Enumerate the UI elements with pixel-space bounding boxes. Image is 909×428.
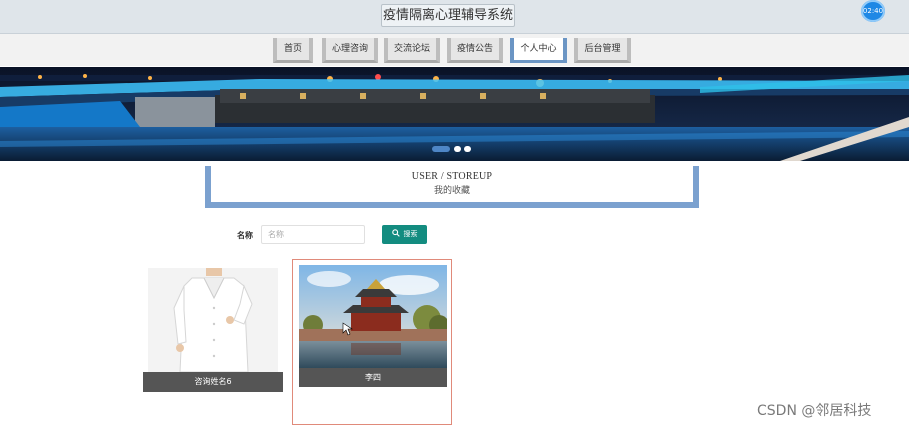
watermark: CSDN @邻居科技: [757, 403, 872, 419]
site-title: 疫情隔离心理辅导系统: [381, 4, 515, 27]
search-button[interactable]: 搜索: [382, 225, 427, 244]
clock-badge[interactable]: 02:40: [861, 0, 885, 22]
favorite-image-doctor: [148, 268, 278, 372]
search-input[interactable]: [261, 225, 365, 244]
nav-item-announcements[interactable]: 疫情公告: [447, 38, 503, 63]
nav-item-admin[interactable]: 后台管理: [574, 38, 631, 63]
nav-item-profile[interactable]: 个人中心: [510, 38, 567, 63]
section-title-en: USER / STOREUP: [411, 171, 493, 182]
favorite-caption: 咨询姓名6: [143, 372, 283, 392]
nav-item-home[interactable]: 首页: [273, 38, 313, 63]
search-button-label: 搜索: [403, 231, 418, 238]
favorite-card-selected[interactable]: 李四: [292, 259, 452, 425]
section-heading: USER / STOREUP 我的收藏: [205, 166, 699, 208]
carousel-dot-2[interactable]: [454, 146, 461, 152]
carousel-dot-1[interactable]: [432, 146, 450, 152]
favorite-image-corner-tower: [299, 265, 447, 368]
search-label: 名称: [237, 231, 253, 240]
section-title-cn: 我的收藏: [433, 186, 470, 196]
favorite-card[interactable]: 咨询姓名6: [143, 268, 283, 392]
search-icon: [391, 229, 400, 237]
nav-item-consult[interactable]: 心理咨询: [322, 38, 378, 63]
page: 疫情隔离心理辅导系统 02:40 首页 心理咨询 交流论坛 疫情公告 个人中心 …: [0, 0, 909, 428]
carousel-dot-3[interactable]: [464, 146, 471, 152]
top-header: 疫情隔离心理辅导系统 02:40: [0, 0, 909, 34]
nav-item-forum[interactable]: 交流论坛: [384, 38, 440, 63]
favorite-caption: 李四: [299, 368, 447, 387]
nav-bar: 首页 心理咨询 交流论坛 疫情公告 个人中心 后台管理: [0, 34, 909, 66]
